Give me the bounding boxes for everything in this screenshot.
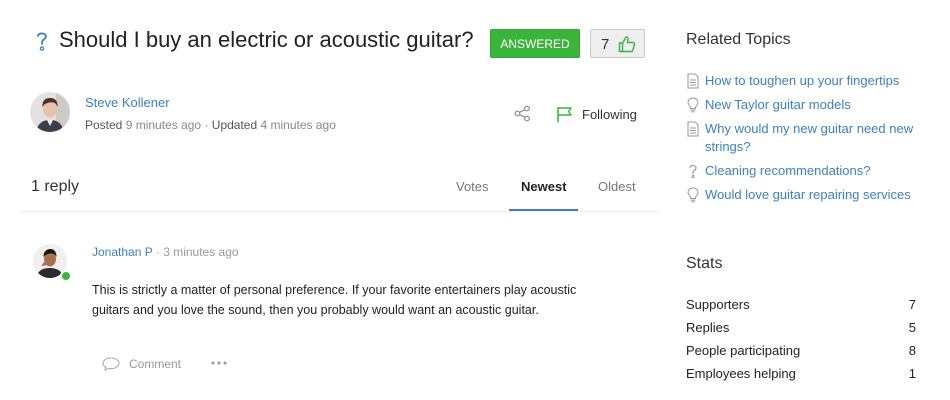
- updated-time: 4 minutes ago: [260, 118, 336, 132]
- reply-time: 3 minutes ago: [163, 245, 239, 259]
- related-topic-link[interactable]: New Taylor guitar models: [705, 96, 851, 114]
- stat-value: 8: [908, 343, 916, 358]
- stat-label: Replies: [686, 320, 730, 335]
- reply-meta-separator: ·: [155, 245, 160, 259]
- related-topics-list: How to toughen up your fingertips New Ta…: [686, 72, 926, 210]
- updated-label: Updated: [211, 118, 258, 132]
- divider: [20, 211, 658, 212]
- stats-heading: Stats: [686, 255, 723, 272]
- stat-row: Supporters 7: [686, 297, 916, 320]
- reply-body: This is strictly a matter of personal pr…: [92, 283, 577, 317]
- related-topic-link[interactable]: Why would my new guitar need new strings…: [705, 120, 926, 156]
- question-mark-icon: [37, 32, 47, 51]
- question-panel: Should I buy an electric or acoustic gui…: [20, 0, 660, 400]
- share-icon[interactable]: [514, 105, 531, 122]
- tab-oldest[interactable]: Oldest: [598, 179, 636, 194]
- author-photo: [30, 92, 70, 132]
- related-topic-item[interactable]: How to toughen up your fingertips: [686, 72, 926, 90]
- related-topic-link[interactable]: Would love guitar repairing services: [705, 186, 911, 204]
- vote-button[interactable]: 7: [590, 29, 645, 58]
- vote-count: 7: [601, 36, 610, 53]
- related-topic-link[interactable]: Cleaning recommendations?: [705, 162, 870, 180]
- related-topic-item[interactable]: Would love guitar repairing services: [686, 186, 926, 204]
- stat-row: Employees helping 1: [686, 366, 916, 389]
- reply-meta: Jonathan P · 3 minutes ago: [92, 245, 239, 259]
- thumbs-up-icon: [618, 36, 636, 53]
- stats-list: Supporters 7 Replies 5 People participat…: [686, 297, 916, 389]
- lightbulb-icon: [687, 187, 699, 203]
- stat-value: 5: [908, 320, 916, 335]
- question-mark-icon: [689, 164, 697, 179]
- related-topic-link[interactable]: How to toughen up your fingertips: [705, 72, 899, 90]
- reply-author-name[interactable]: Jonathan P: [92, 245, 153, 259]
- related-topics-heading: Related Topics: [686, 31, 791, 48]
- following-label: Following: [582, 106, 637, 122]
- posted-time: 9 minutes ago: [125, 118, 202, 132]
- answered-badge: ANSWERED: [490, 29, 580, 58]
- stat-row: People participating 8: [686, 343, 916, 366]
- stat-label: People participating: [686, 343, 801, 358]
- posted-label: Posted: [85, 118, 123, 132]
- stat-row: Replies 5: [686, 320, 916, 343]
- online-status-badge: [60, 270, 72, 282]
- stat-label: Employees helping: [686, 366, 796, 381]
- stat-value: 1: [908, 366, 916, 381]
- question-title: Should I buy an electric or acoustic gui…: [59, 27, 474, 52]
- document-icon: [687, 121, 699, 137]
- sidebar: Related Topics How to toughen up your fi…: [686, 0, 936, 400]
- tab-newest[interactable]: Newest: [521, 179, 567, 194]
- related-topic-item[interactable]: Cleaning recommendations?: [686, 162, 926, 180]
- lightbulb-icon: [687, 97, 699, 113]
- speech-bubble-icon: [102, 357, 120, 371]
- related-topic-item[interactable]: Why would my new guitar need new strings…: [686, 120, 926, 156]
- post-meta: Posted 9 minutes ago · Updated 4 minutes…: [85, 118, 336, 132]
- document-icon: [687, 73, 699, 89]
- meta-separator: ·: [204, 118, 209, 132]
- following-button[interactable]: Following: [556, 105, 637, 123]
- ellipsis-icon[interactable]: [210, 359, 228, 367]
- comment-button[interactable]: Comment: [102, 355, 181, 373]
- stat-label: Supporters: [686, 297, 750, 312]
- reply-count: 1 reply: [31, 178, 80, 195]
- author-name-link[interactable]: Steve Kollener: [85, 95, 170, 110]
- related-topic-item[interactable]: New Taylor guitar models: [686, 96, 926, 114]
- comment-label: Comment: [129, 357, 182, 371]
- stat-value: 7: [908, 297, 916, 312]
- flag-icon: [557, 106, 572, 122]
- tab-votes[interactable]: Votes: [456, 179, 489, 194]
- author-avatar[interactable]: [30, 92, 70, 132]
